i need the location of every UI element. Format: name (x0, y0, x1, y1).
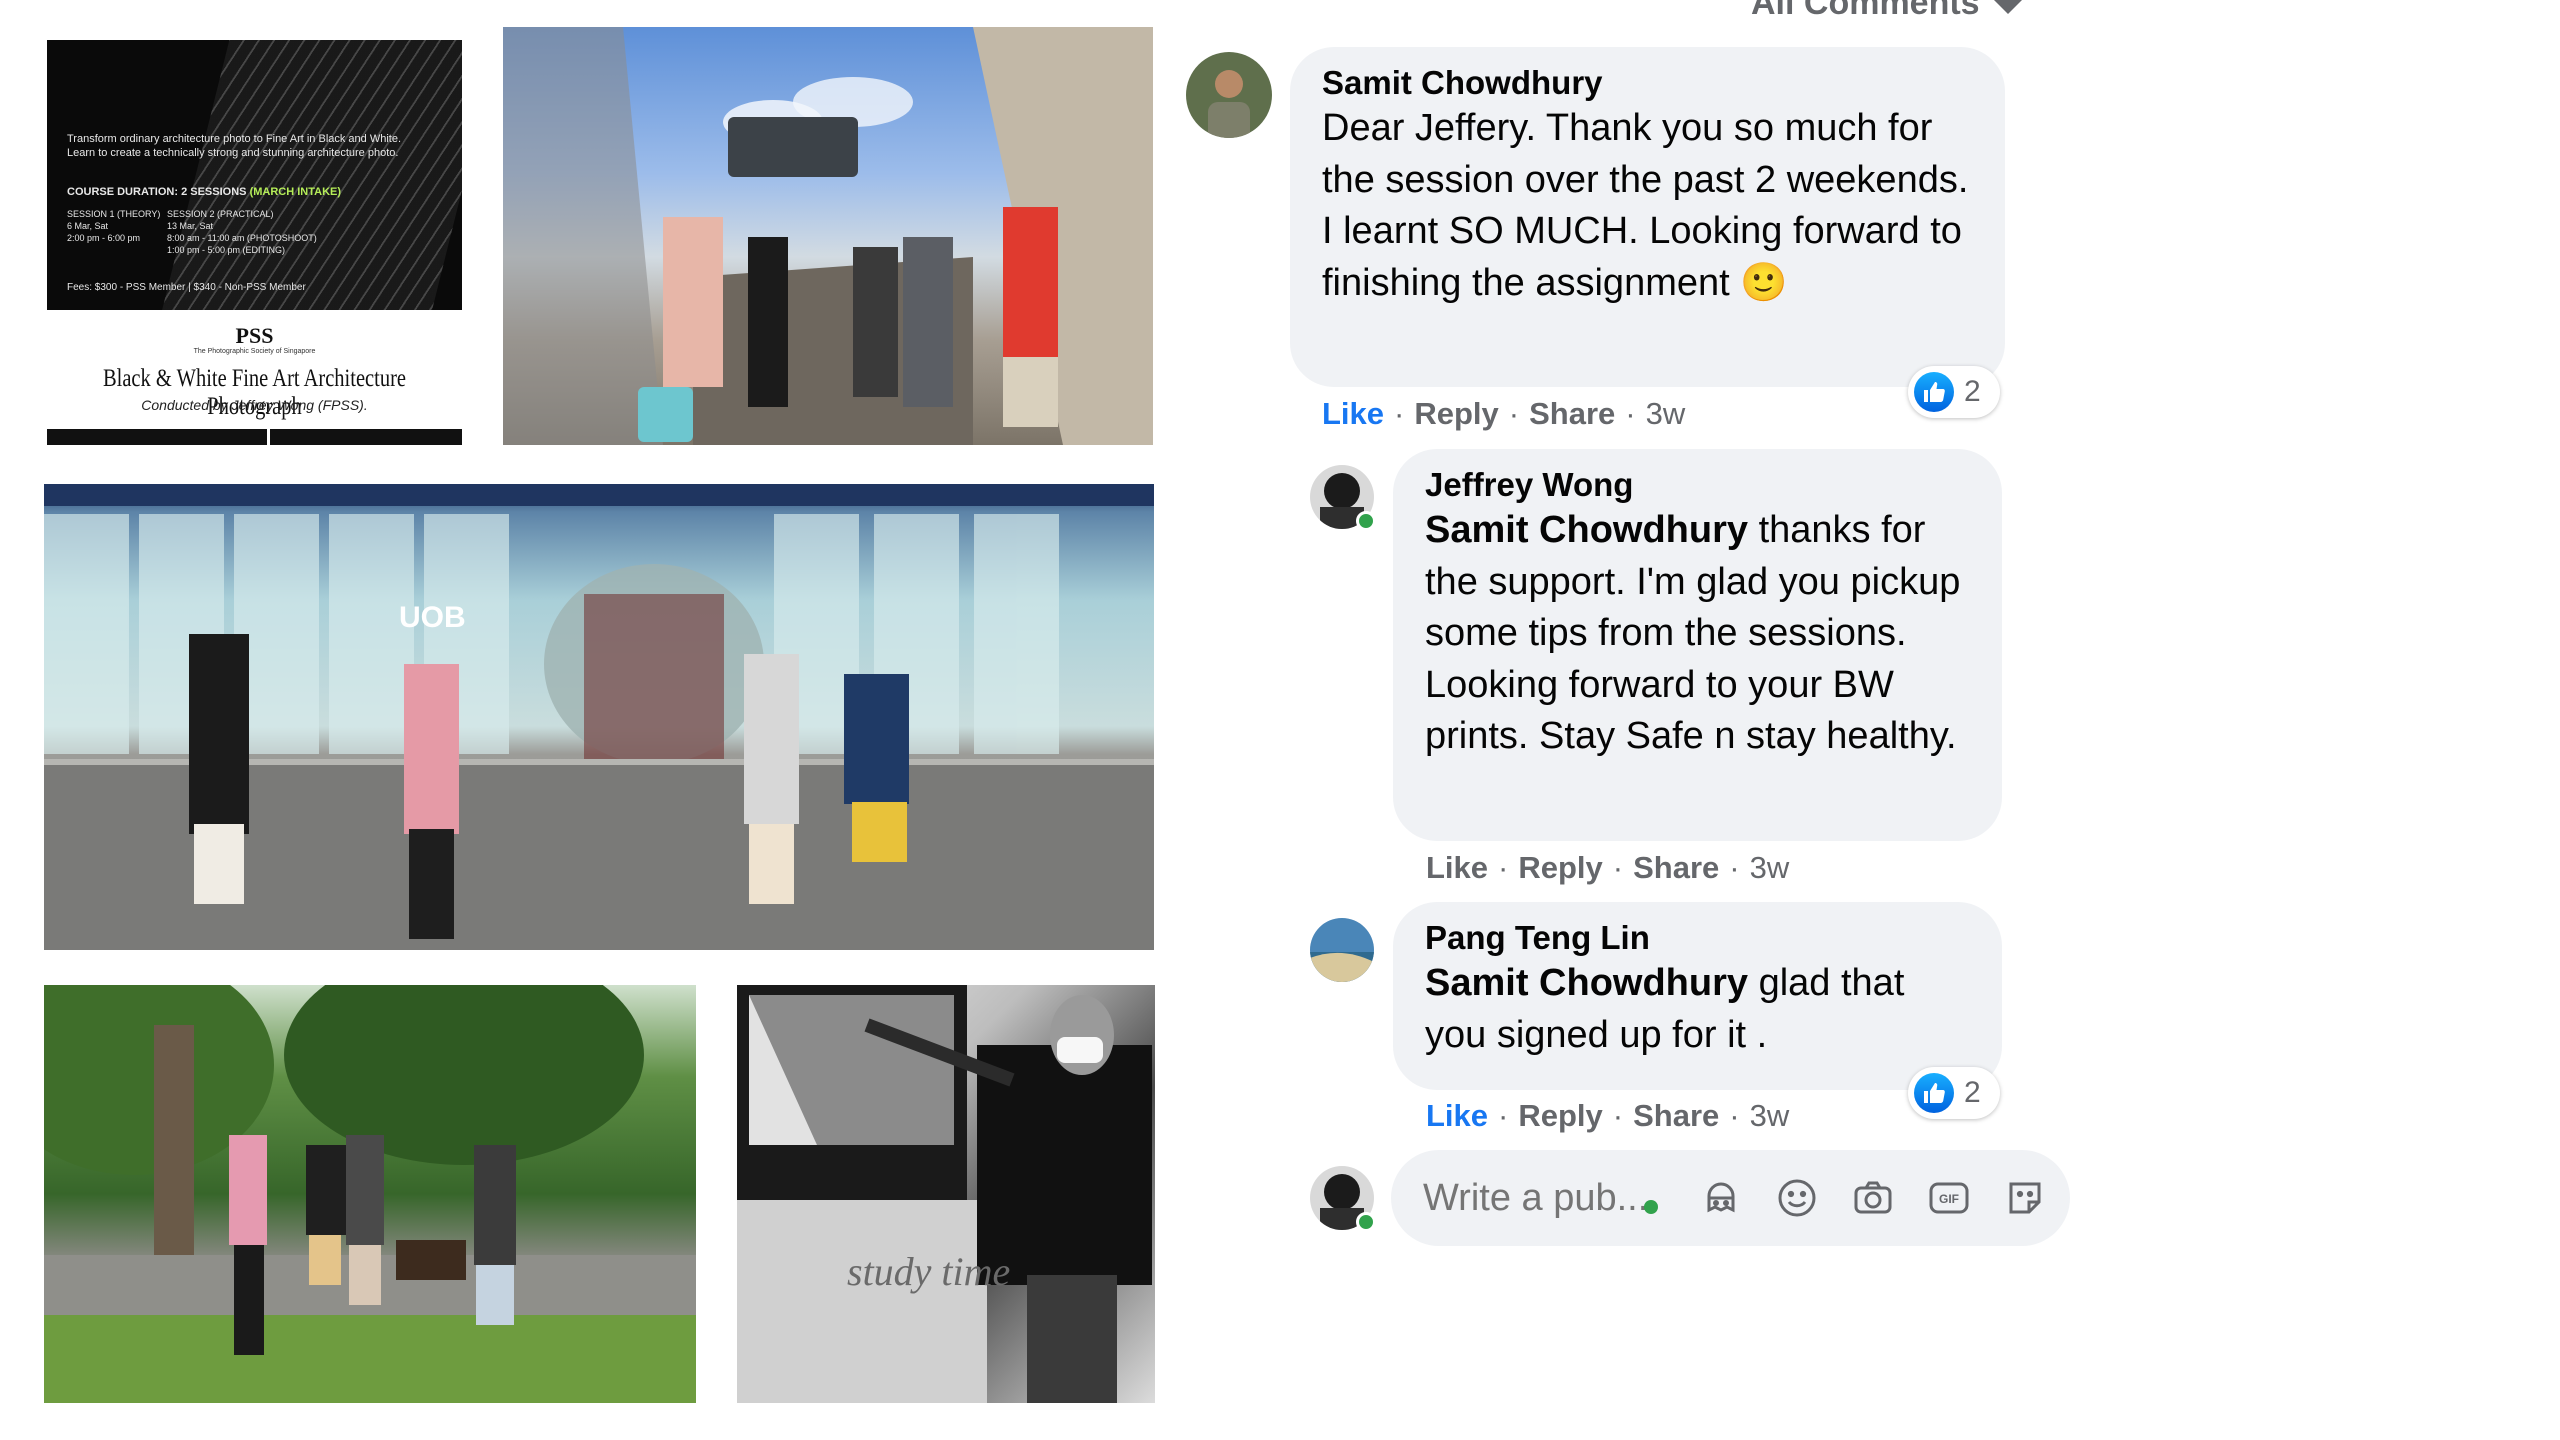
avatar-photo (1310, 918, 1374, 982)
photo-stairway-group[interactable] (503, 27, 1153, 445)
photo-uob-lobby[interactable]: UOB (44, 484, 1154, 950)
comment-timestamp[interactable]: 3w (1646, 396, 1686, 432)
like-button[interactable]: Like (1426, 1098, 1488, 1134)
reaction-count: 2 (1964, 1076, 1981, 1109)
like-reaction-icon (1914, 1073, 1954, 1113)
separator-dot: · (1612, 850, 1624, 885)
camera-icon[interactable] (1849, 1174, 1897, 1222)
mention-tag[interactable]: Samit Chowdhury (1425, 962, 1748, 1004)
comment-timestamp[interactable]: 3w (1750, 850, 1790, 886)
comment-bubble-jeffrey: Jeffrey Wong Samit Chowdhury thanks for … (1393, 449, 2002, 841)
poster-line2: Learn to create a technically strong and… (67, 147, 399, 159)
comment-input[interactable] (1423, 1150, 1683, 1246)
avatar-sticker-icon[interactable] (1697, 1174, 1745, 1222)
comment-reactions[interactable]: 2 (1908, 366, 2000, 418)
reply-button[interactable]: Reply (1518, 1098, 1602, 1134)
comment-composer: GIF (1391, 1150, 2070, 1246)
typing-indicator-dot (1644, 1200, 1658, 1214)
separator-dot: · (1498, 850, 1509, 885)
poster-line1: Transform ordinary architecture photo to… (67, 133, 402, 145)
poster-session1: SESSION 1 (THEORY) 6 Mar, Sat 2:00 pm - … (67, 209, 161, 243)
separator-dot: · (1394, 396, 1405, 431)
reaction-count: 2 (1964, 375, 1981, 408)
separator-dot: · (1729, 1098, 1740, 1133)
study-time-text: study time (847, 1249, 1010, 1294)
comment-text: Samit Chowdhury thanks for the support. … (1425, 509, 1961, 757)
separator-dot: · (1508, 396, 1520, 431)
separator-dot: · (1612, 1098, 1624, 1133)
separator-dot: · (1498, 1098, 1509, 1133)
reply-button[interactable]: Reply (1414, 396, 1498, 432)
all-comments-label: All Comments (1751, 0, 1980, 22)
avatar-photo (1186, 52, 1272, 138)
photo-park-group[interactable] (44, 985, 696, 1403)
comment-text: Dear Jeffery. Thank you so much for the … (1322, 107, 1969, 304)
poster-header: Transform ordinary architecture photo to… (47, 40, 462, 310)
comment-actions: Like · Reply · Share · 3w (1322, 394, 1685, 434)
share-button[interactable]: Share (1633, 850, 1719, 886)
like-button[interactable]: Like (1322, 396, 1384, 432)
park-scene (44, 985, 696, 1403)
comment-text: Samit Chowdhury glad that you signed up … (1425, 962, 1905, 1056)
poster-session2: SESSION 2 (PRACTICAL) 13 Mar, Sat 8:00 a… (167, 209, 317, 255)
svg-text:GIF: GIF (1939, 1192, 1959, 1206)
avatar-samit-chowdhury[interactable] (1186, 52, 1272, 138)
share-button[interactable]: Share (1633, 1098, 1719, 1134)
poster-duration: COURSE DURATION: 2 SESSIONS (MARCH INTAK… (67, 186, 342, 198)
comment-author[interactable]: Samit Chowdhury (1322, 63, 1973, 103)
avatar-jeffrey-wong[interactable] (1310, 465, 1376, 531)
lobby-scene: UOB (44, 484, 1154, 950)
comment-actions: Like · Reply · Share · 3w (1426, 1096, 1789, 1136)
comment-actions: Like · Reply · Share · 3w (1426, 848, 1789, 888)
uob-sign: UOB (399, 601, 466, 634)
all-comments-filter[interactable]: All Comments (1751, 0, 2022, 23)
separator-dot: · (1729, 850, 1740, 885)
online-status-dot (1356, 511, 1376, 531)
emoji-icon[interactable] (1773, 1174, 1821, 1222)
share-button[interactable]: Share (1529, 396, 1615, 432)
building-graphic (159, 40, 462, 310)
comment-author[interactable]: Jeffrey Wong (1425, 465, 1970, 505)
avatar-current-user[interactable] (1310, 1166, 1376, 1232)
like-reaction-icon (1914, 372, 1954, 412)
poster-credit: Conducted by Jeffrey Wong (FPSS). (141, 397, 368, 413)
smile-emoji: 🙂 (1740, 261, 1788, 304)
gif-icon[interactable]: GIF (1925, 1174, 1973, 1222)
comment-timestamp[interactable]: 3w (1750, 1098, 1790, 1134)
pss-logo-subtitle: The Photographic Society of Singapore (193, 348, 316, 355)
pss-logo: PSS (235, 323, 274, 348)
poster-fees: Fees: $300 - PSS Member | $340 - Non-PSS… (67, 282, 306, 293)
reply-button[interactable]: Reply (1518, 850, 1602, 886)
sticker-icon[interactable] (2001, 1174, 2049, 1222)
comment-bubble-samit: Samit Chowdhury Dear Jeffery. Thank you … (1290, 47, 2005, 387)
avatar-pang-teng-lin[interactable] (1310, 918, 1374, 982)
chevron-down-icon (1993, 0, 2022, 14)
poster-bar-right (270, 429, 462, 445)
poster-bar-left (47, 429, 267, 445)
separator-dot: · (1625, 396, 1636, 431)
mention-tag[interactable]: Samit Chowdhury (1425, 509, 1748, 551)
comment-reactions[interactable]: 2 (1908, 1067, 2000, 1119)
like-button[interactable]: Like (1426, 850, 1488, 886)
stairway-scene (503, 27, 1153, 445)
comment-author[interactable]: Pang Teng Lin (1425, 918, 1970, 958)
photo-instructor-bw[interactable]: study time (737, 985, 1155, 1403)
comment-bubble-pang: Pang Teng Lin Samit Chowdhury glad that … (1393, 902, 2002, 1090)
course-poster-image[interactable]: Transform ordinary architecture photo to… (47, 40, 462, 445)
online-status-dot (1356, 1212, 1376, 1232)
instructor-scene: study time (737, 985, 1152, 1403)
